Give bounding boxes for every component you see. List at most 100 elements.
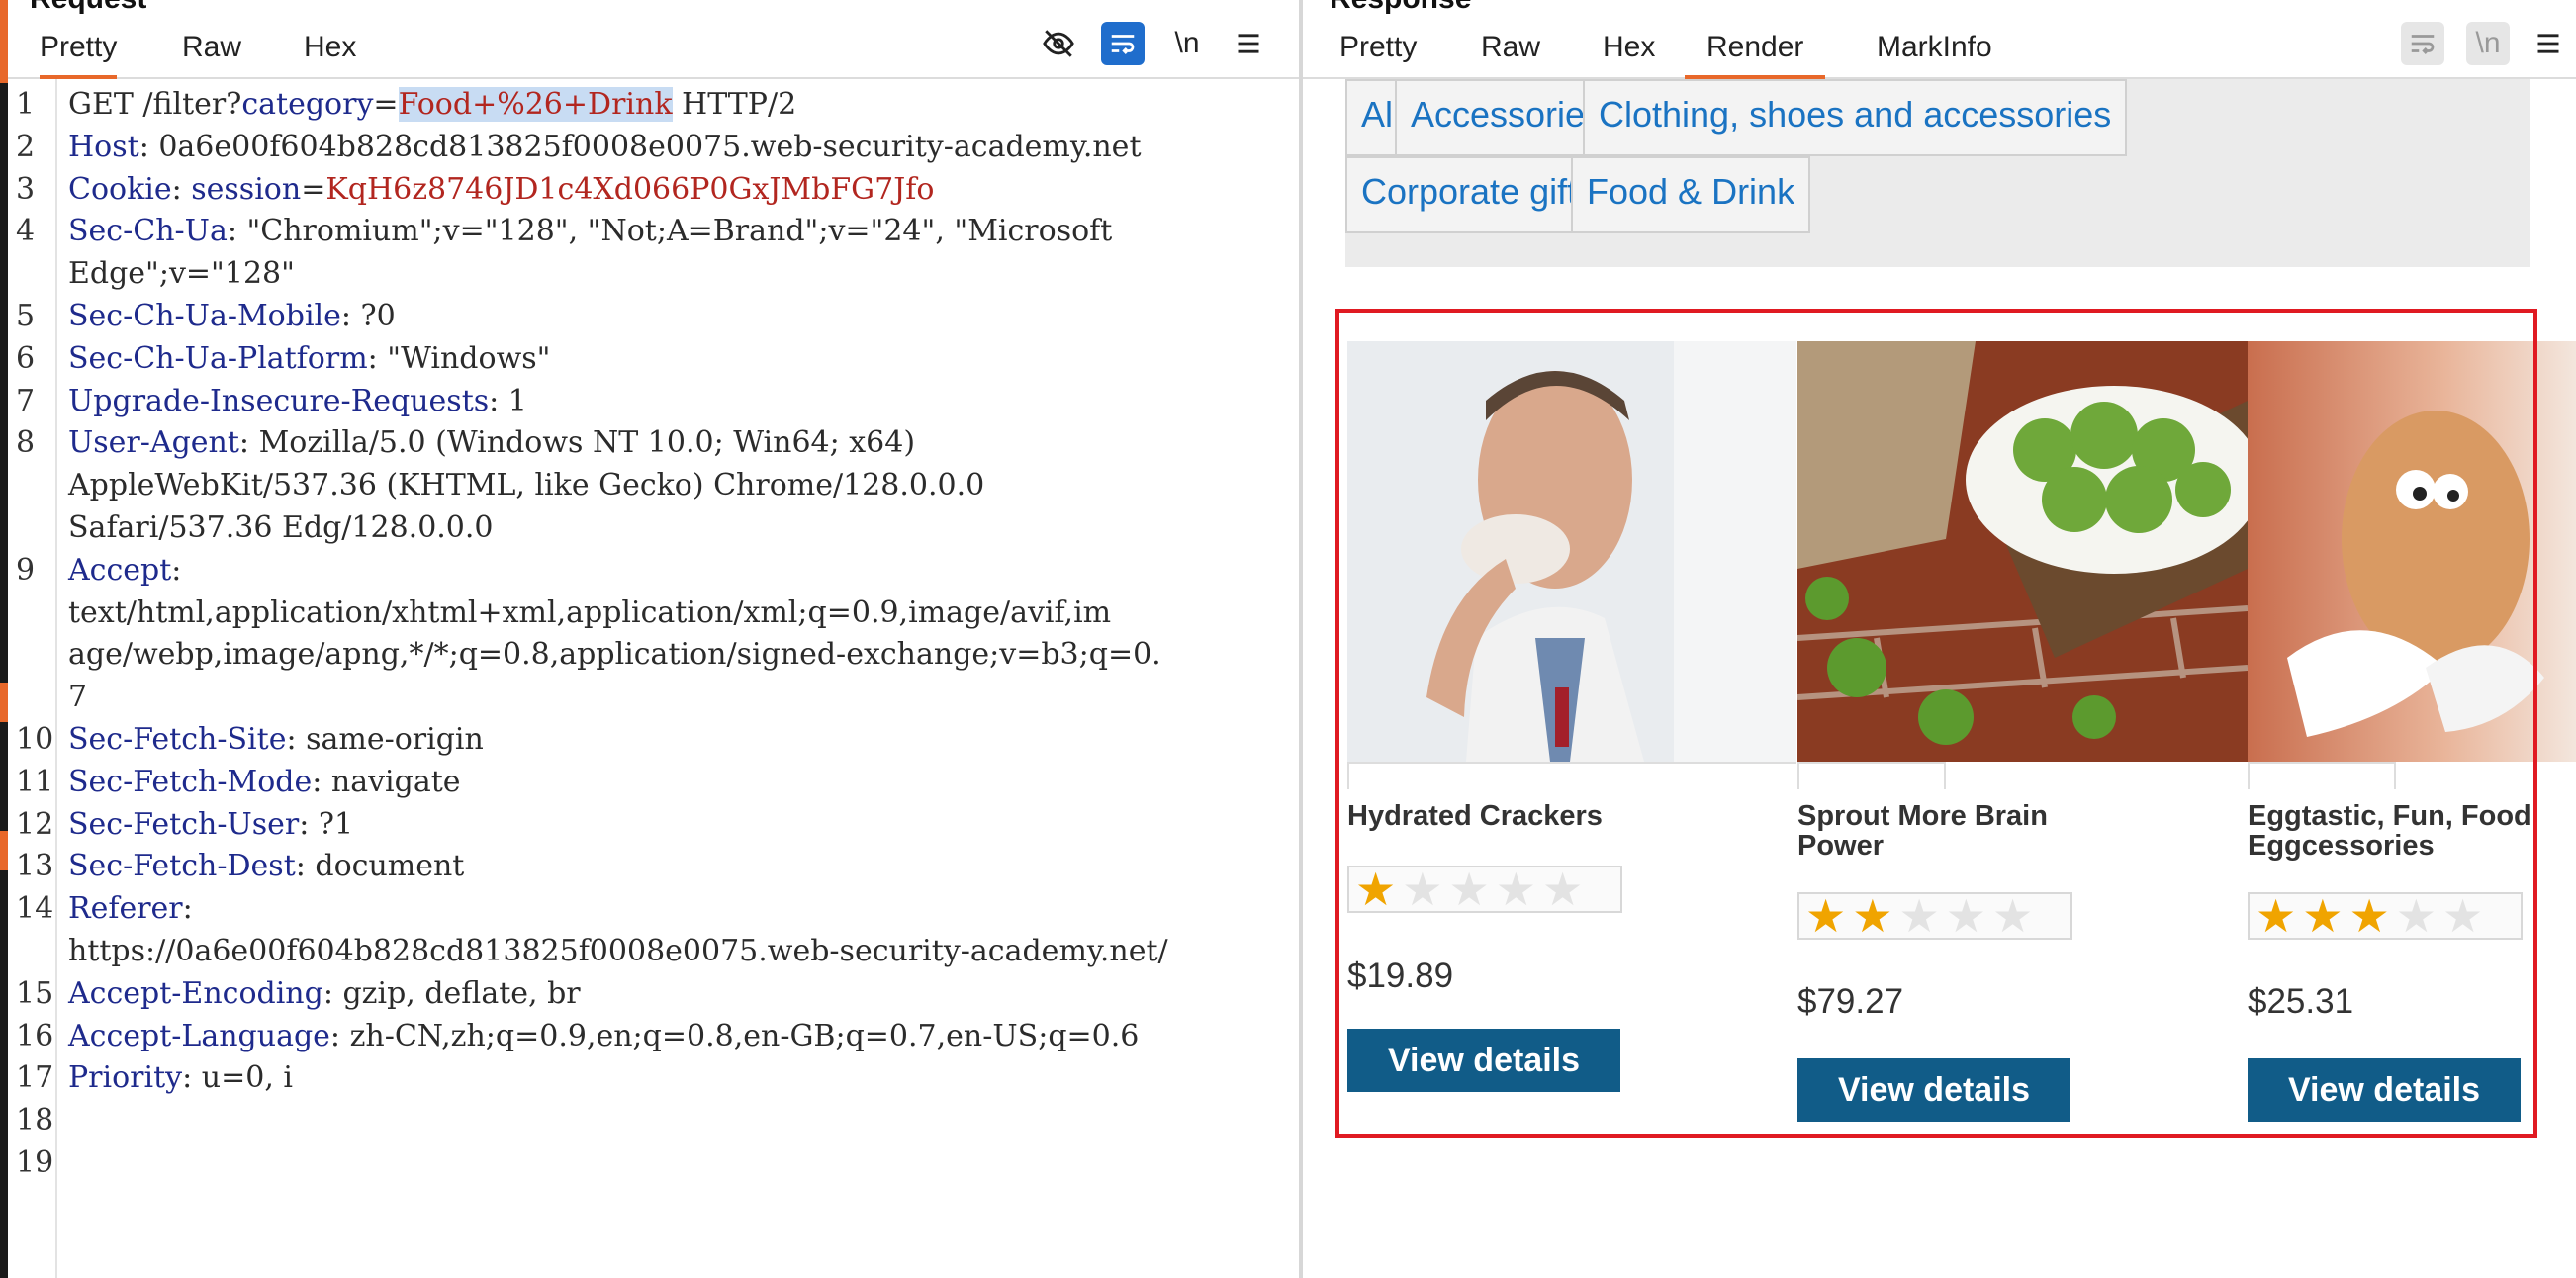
edge-accent [0, 831, 8, 870]
line-number: 15 [16, 975, 54, 1011]
header-name: Accept [68, 552, 172, 588]
header-name: session [191, 171, 302, 207]
code-text: : u=0, i [182, 1060, 293, 1096]
code-text: HTTP/2 [672, 87, 797, 122]
code-text: : [171, 552, 182, 588]
code-text: : "Chromium";v="128", "Not;A=Brand";v="2… [227, 214, 1113, 249]
header-name: Sec-Ch-Ua-Platform [68, 340, 368, 376]
line-number: 13 [16, 849, 54, 884]
code-text: GET /filter? [68, 87, 242, 122]
line-number: 16 [16, 1018, 54, 1053]
code-text: : 1 [489, 383, 527, 418]
request-header: Request Pretty Raw Hex \n [8, 0, 1299, 79]
line-number: 2 [16, 129, 36, 164]
line-number: 17 [16, 1060, 54, 1096]
hamburger-menu-icon[interactable] [2527, 22, 2570, 65]
eye-slash-icon[interactable] [1037, 22, 1080, 65]
code-text: : 0a6e00f604b828cd813825f0008e0075.web-s… [138, 129, 1142, 164]
code-line: text/html,application/xhtml+xml,applicat… [68, 595, 1111, 630]
response-header: Response Pretty Raw Hex Render MarkInfo … [1303, 0, 2576, 79]
line-number: 19 [16, 1145, 54, 1180]
window-edge [0, 0, 8, 1278]
newline-toggle[interactable]: \n [1165, 22, 1209, 65]
header-name: Sec-Fetch-Dest [68, 849, 296, 884]
response-pane: Response Pretty Raw Hex Render MarkInfo … [1303, 0, 2576, 1278]
tab-pretty[interactable]: Pretty [1339, 28, 1417, 75]
category-clothing[interactable]: Clothing, shoes and accessories [1583, 79, 2128, 156]
code-text: age/webp,image/apng,*/*;q=0.8,applicatio… [68, 637, 1161, 673]
code-text: text/html,application/xhtml+xml,applicat… [68, 594, 1112, 630]
tab-hex[interactable]: Hex [1603, 28, 1655, 75]
code-line: GET /filter?category=Food+%26+Drink HTTP… [68, 87, 796, 122]
line-number: 12 [16, 806, 54, 842]
code-line: Accept: [68, 553, 181, 588]
header-name: Cookie [68, 171, 172, 207]
code-line: Host: 0a6e00f604b828cd813825f0008e0075.w… [68, 130, 1142, 164]
tab-hex[interactable]: Hex [304, 28, 356, 75]
code-text: Safari/537.36 Edg/128.0.0.0 [68, 510, 494, 545]
line-number: 8 [16, 425, 36, 461]
code-line: Accept-Language: zh-CN,zh;q=0.9,en;q=0.8… [68, 1019, 1139, 1053]
code-text: : Mozilla/5.0 (Windows NT 10.0; Win64; x… [238, 425, 916, 461]
code-line: Sec-Fetch-Dest: document [68, 849, 464, 883]
header-name: Referer [68, 891, 183, 927]
code-line: Sec-Fetch-Mode: navigate [68, 765, 461, 799]
header-name: Sec-Ch-Ua [68, 214, 228, 249]
code-text: : zh-CN,zh;q=0.9,en;q=0.8,en-GB;q=0.7,en… [329, 1018, 1140, 1053]
code-text: : document [295, 849, 465, 884]
code-line: AppleWebKit/537.36 (KHTML, like Gecko) C… [68, 468, 984, 502]
wrap-lines-icon[interactable] [1101, 22, 1145, 65]
code-text: : [171, 171, 192, 207]
line-number: 10 [16, 722, 54, 757]
response-title: Response [1330, 0, 1471, 16]
code-line: Sec-Ch-Ua-Mobile: ?0 [68, 299, 396, 333]
header-name: Host [68, 129, 139, 164]
wrap-lines-icon [2401, 22, 2444, 65]
code-text: : "Windows" [367, 340, 551, 376]
header-name: Sec-Fetch-Mode [68, 764, 313, 799]
header-name: Accept-Language [68, 1018, 330, 1053]
code-line: https://0a6e00f604b828cd813825f0008e0075… [68, 934, 1168, 968]
tab-render[interactable]: Render [1685, 28, 1826, 79]
code-text: : gzip, deflate, br [322, 975, 581, 1011]
header-name: category [241, 87, 374, 122]
header-name: Priority [68, 1060, 183, 1096]
header-name: Sec-Ch-Ua-Mobile [68, 299, 341, 333]
line-number: 11 [16, 764, 54, 799]
header-name: Sec-Fetch-Site [68, 722, 287, 757]
tab-raw[interactable]: Raw [1481, 28, 1540, 75]
line-number-gutter: 1 2 3 4 5 6 7 8 9 10 11 12 13 14 15 16 17 18 19 [8, 79, 57, 1278]
code-text: = [373, 87, 399, 122]
code-line: Sec-Fetch-Site: same-origin [68, 722, 484, 757]
tab-pretty[interactable]: Pretty [40, 28, 118, 79]
code-text: : ?0 [340, 299, 396, 333]
header-value: KqH6z8746JD1c4Xd066P0GxJMbFG7Jfo [325, 171, 935, 207]
code-line: Accept-Encoding: gzip, deflate, br [68, 976, 581, 1011]
line-number: 9 [16, 552, 36, 588]
request-pane: Request Pretty Raw Hex \n 12345678910111… [8, 0, 1299, 1278]
code-line: Sec-Ch-Ua: "Chromium";v="128", "Not;A=Br… [68, 214, 1112, 248]
code-line: Upgrade-Insecure-Requests: 1 [68, 384, 527, 418]
code-line: Sec-Fetch-User: ?1 [68, 807, 353, 842]
line-number: 7 [16, 383, 36, 418]
code-text: Edge";v="128" [68, 256, 295, 292]
line-number: 5 [16, 299, 36, 333]
code-text: = [301, 171, 326, 207]
code-line: Referer: [68, 891, 193, 926]
tab-markinfo[interactable]: MarkInfo [1877, 28, 1992, 75]
code-text: : same-origin [286, 722, 484, 757]
line-number: 1 [16, 87, 36, 122]
hamburger-menu-icon[interactable] [1227, 22, 1270, 65]
render-view: All Accessories Clothing, shoes and acce… [1303, 79, 2576, 1278]
line-number: 3 [16, 171, 36, 207]
code-line: 7 [68, 680, 87, 714]
category-food-drink[interactable]: Food & Drink [1571, 156, 1811, 233]
category-filter: All Accessories Clothing, shoes and acce… [1345, 79, 2530, 267]
tab-raw[interactable]: Raw [182, 28, 241, 75]
code-text: : navigate [312, 764, 461, 799]
code-text: https://0a6e00f604b828cd813825f0008e0075… [68, 934, 1168, 968]
line-number: 4 [16, 214, 36, 249]
header-name: Accept-Encoding [68, 975, 323, 1011]
code-text: 7 [68, 680, 88, 715]
newline-toggle: \n [2466, 22, 2510, 65]
